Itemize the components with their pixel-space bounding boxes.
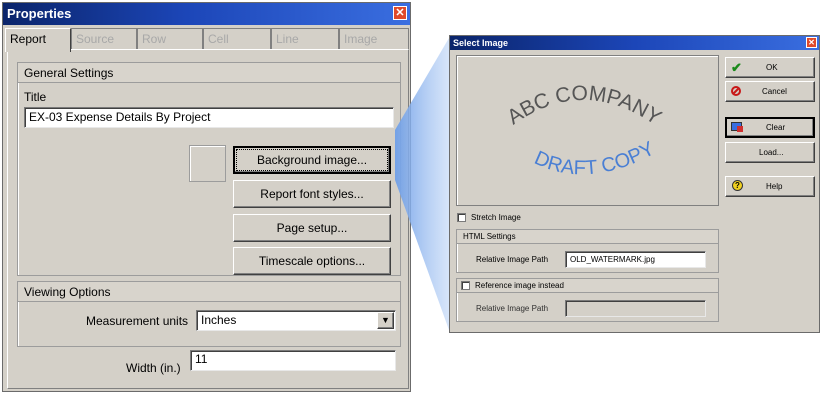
load-button[interactable]: Load...: [725, 142, 815, 163]
select-image-titlebar: Select Image: [450, 36, 819, 50]
load-label: Load...: [759, 148, 784, 157]
title-input[interactable]: EX-03 Expense Details By Project: [24, 107, 394, 128]
measurement-units-label: Measurement units: [86, 314, 189, 328]
background-image-button[interactable]: Background image...: [233, 146, 391, 174]
clear-image-icon: [731, 122, 743, 132]
tab-line[interactable]: Line: [271, 28, 339, 50]
select-image-title: Select Image: [453, 38, 509, 48]
relative-image-path-input-2: [565, 300, 706, 317]
svg-text:DRAFT COPY: DRAFT COPY: [531, 138, 658, 180]
clear-button[interactable]: Clear: [725, 117, 815, 138]
viewing-options-header: Viewing Options: [18, 282, 400, 302]
help-button[interactable]: ? Help: [725, 176, 815, 197]
report-tab-panel: General Settings Title EX-03 Expense Det…: [7, 49, 409, 389]
relative-image-path-label: Relative Image Path: [476, 255, 549, 264]
select-image-dialog: Select Image ✕ ABC COMPANY DRAFT COPY ✔ …: [449, 35, 820, 333]
image-preview: ABC COMPANY DRAFT COPY: [456, 55, 719, 206]
report-font-styles-button[interactable]: Report font styles...: [233, 180, 391, 208]
watermark-line1: ABC COMPANY: [503, 82, 665, 130]
no-entry-icon: [731, 86, 741, 96]
title-label: Title: [24, 90, 47, 104]
tab-cell[interactable]: Cell: [203, 28, 271, 50]
chevron-down-icon[interactable]: ▼: [377, 312, 394, 329]
svg-text:ABC COMPANY: ABC COMPANY: [503, 82, 665, 130]
properties-tabs: Report Source Row Cell Line Image: [5, 28, 409, 52]
close-icon[interactable]: ✕: [806, 37, 817, 48]
timescale-options-button[interactable]: Timescale options...: [233, 247, 391, 275]
html-settings-group: HTML Settings Relative Image Path OLD_WA…: [456, 229, 719, 273]
background-image-preview: [189, 145, 226, 182]
reference-image-header: Reference image instead: [457, 279, 718, 293]
reference-image-group: Reference image instead Relative Image P…: [456, 278, 719, 322]
width-label: Width (in.): [126, 361, 181, 375]
watermark-image: ABC COMPANY DRAFT COPY: [503, 82, 665, 180]
tab-row[interactable]: Row: [137, 28, 203, 50]
reference-image-checkbox[interactable]: [461, 281, 470, 290]
help-label: Help: [766, 182, 783, 191]
tab-report[interactable]: Report: [5, 28, 71, 52]
viewing-options-group: Viewing Options Measurement units Inches…: [17, 281, 401, 347]
measurement-units-value: Inches: [201, 313, 237, 327]
width-input[interactable]: 11: [190, 350, 396, 371]
page-setup-button[interactable]: Page setup...: [233, 214, 391, 242]
reference-image-label: Reference image instead: [475, 281, 564, 290]
relative-image-path-label-2: Relative Image Path: [476, 304, 549, 313]
relative-image-path-input[interactable]: OLD_WATERMARK.jpg: [565, 251, 706, 268]
check-icon: ✔: [731, 60, 742, 75]
stretch-image-label: Stretch Image: [471, 213, 521, 222]
tab-source[interactable]: Source: [71, 28, 137, 50]
properties-window: Properties ✕ Report Source Row Cell Line…: [2, 2, 411, 392]
cancel-button[interactable]: Cancel: [725, 81, 815, 102]
general-settings-group: General Settings Title EX-03 Expense Det…: [17, 62, 401, 276]
properties-titlebar: Properties: [3, 3, 410, 25]
clear-label: Clear: [766, 123, 786, 132]
measurement-units-select[interactable]: Inches ▼: [196, 310, 396, 331]
watermark-line2: DRAFT COPY: [531, 138, 658, 180]
zoom-callout-wedge: [395, 38, 449, 330]
close-icon[interactable]: ✕: [393, 6, 407, 20]
general-settings-header: General Settings: [18, 63, 400, 83]
cancel-label: Cancel: [762, 87, 787, 96]
ok-label: OK: [766, 63, 778, 72]
help-icon: ?: [732, 180, 743, 191]
properties-title: Properties: [7, 6, 72, 21]
ok-button[interactable]: ✔ OK: [725, 57, 815, 78]
html-settings-header: HTML Settings: [457, 230, 718, 244]
stretch-image-checkbox[interactable]: [457, 213, 466, 222]
